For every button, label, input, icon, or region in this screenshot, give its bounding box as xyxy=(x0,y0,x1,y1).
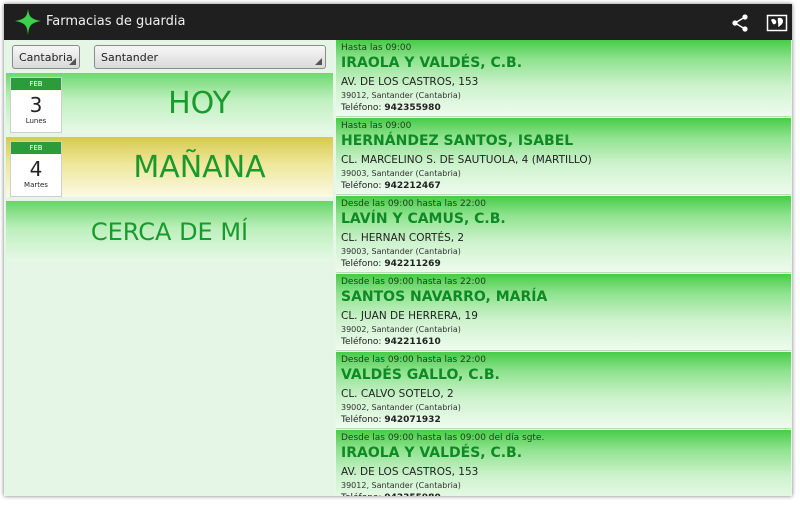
pharmacy-address: CL. MARCELINO S. DE SAUTUOLA, 4 (MARTILL… xyxy=(341,154,592,166)
tomorrow-button[interactable]: FEB 4 Martes MAÑANA xyxy=(6,137,333,197)
pharmacy-card[interactable]: Hasta las 09:00 HERNÁNDEZ SANTOS, ISABEL… xyxy=(336,118,791,195)
phone-number: 942355980 xyxy=(384,493,440,496)
pharmacy-hours: Desde las 09:00 hasta las 22:00 xyxy=(341,277,486,287)
pharmacy-phone: Teléfono: 942355980 xyxy=(341,493,441,496)
today-label: HOY xyxy=(168,86,231,121)
pharmacy-city: 39003, Santander (Cantabria) xyxy=(341,169,461,178)
region-dropdown[interactable]: Cantabria xyxy=(12,45,80,69)
pharmacy-address: AV. DE LOS CASTROS, 153 xyxy=(341,76,479,88)
green-cross-icon xyxy=(15,9,41,35)
pharmacy-name: SANTOS NAVARRO, MARÍA xyxy=(341,289,548,305)
phone-label: Teléfono: xyxy=(341,103,382,113)
pharmacy-city: 39012, Santander (Cantabria) xyxy=(341,481,461,490)
pharmacy-phone: Teléfono: 942211610 xyxy=(341,337,441,347)
calendar-day: 3 xyxy=(29,93,43,117)
pharmacy-name: VALDÉS GALLO, C.B. xyxy=(341,367,500,383)
pharmacy-card[interactable]: Desde las 09:00 hasta las 22:00 SANTOS N… xyxy=(336,274,791,351)
pharmacy-name: IRAOLA Y VALDÉS, C.B. xyxy=(341,55,523,71)
pharmacy-phone: Teléfono: 942355980 xyxy=(341,103,441,113)
today-button[interactable]: FEB 3 Lunes HOY xyxy=(6,73,333,133)
calendar-today-icon: FEB 3 Lunes xyxy=(10,77,62,133)
pharmacy-city: 39002, Santander (Cantabria) xyxy=(341,403,461,412)
phone-number: 942211269 xyxy=(384,259,441,269)
app-window: Farmacias de guardia Cantabria Santander… xyxy=(4,4,792,496)
action-bar: Farmacias de guardia xyxy=(4,4,792,40)
pharmacy-name: HERNÁNDEZ SANTOS, ISABEL xyxy=(341,133,574,149)
phone-number: 942071932 xyxy=(384,415,441,425)
left-panel: Cantabria Santander FEB 3 Lunes HOY FEB … xyxy=(4,40,335,496)
pharmacy-card[interactable]: Desde las 09:00 hasta las 09:00 del día … xyxy=(336,430,791,496)
phone-label: Teléfono: xyxy=(341,415,382,425)
pharmacy-card[interactable]: Desde las 09:00 hasta las 22:00 VALDÉS G… xyxy=(336,352,791,429)
pharmacy-city: 39002, Santander (Cantabria) xyxy=(341,325,461,334)
phone-number: 942355980 xyxy=(384,103,441,113)
share-icon[interactable] xyxy=(730,13,750,33)
pharmacy-hours: Desde las 09:00 hasta las 09:00 del día … xyxy=(341,433,545,443)
pharmacy-address: CL. CALVO SOTELO, 2 xyxy=(341,388,454,400)
calendar-month: FEB xyxy=(11,78,61,90)
pharmacy-card[interactable]: Desde las 09:00 hasta las 22:00 LAVÍN Y … xyxy=(336,196,791,273)
pharmacy-city: 39003, Santander (Cantabria) xyxy=(341,247,461,256)
city-dropdown[interactable]: Santander xyxy=(94,45,326,69)
pharmacy-hours: Hasta las 09:00 xyxy=(341,121,412,131)
tomorrow-label: MAÑANA xyxy=(133,150,266,185)
phone-label: Teléfono: xyxy=(341,337,382,347)
calendar-day: 4 xyxy=(29,157,43,181)
region-value: Cantabria xyxy=(19,51,73,64)
pharmacy-phone: Teléfono: 942071932 xyxy=(341,415,441,425)
calendar-month: FEB xyxy=(11,142,61,154)
pharmacy-card[interactable]: Hasta las 09:00 IRAOLA Y VALDÉS, C.B. AV… xyxy=(336,40,791,117)
calendar-weekday: Lunes xyxy=(25,117,47,125)
pharmacy-hours: Hasta las 09:00 xyxy=(341,43,412,53)
pharmacy-address: AV. DE LOS CASTROS, 153 xyxy=(341,466,479,478)
pharmacy-address: CL. JUAN DE HERRERA, 19 xyxy=(341,310,478,322)
phone-label: Teléfono: xyxy=(341,493,381,496)
pharmacy-hours: Desde las 09:00 hasta las 22:00 xyxy=(341,199,486,209)
phone-label: Teléfono: xyxy=(341,181,382,191)
pharmacy-list[interactable]: Hasta las 09:00 IRAOLA Y VALDÉS, C.B. AV… xyxy=(335,40,792,496)
pharmacy-address: CL. HERNAN CORTÉS, 2 xyxy=(341,232,465,244)
city-value: Santander xyxy=(101,51,158,64)
phone-number: 942212467 xyxy=(384,181,441,191)
pharmacy-name: LAVÍN Y CAMUS, C.B. xyxy=(341,211,506,227)
phone-number: 942211610 xyxy=(384,337,441,347)
calendar-tomorrow-icon: FEB 4 Martes xyxy=(10,141,62,197)
pharmacy-name: IRAOLA Y VALDÉS, C.B. xyxy=(341,445,523,461)
dropdown-arrow-icon xyxy=(315,58,322,65)
dropdown-arrow-icon xyxy=(69,58,76,65)
pharmacy-phone: Teléfono: 942212467 xyxy=(341,181,441,191)
map-icon[interactable] xyxy=(766,13,788,33)
near-me-button[interactable]: CERCA DE MÍ xyxy=(6,201,333,261)
pharmacy-phone: Teléfono: 942211269 xyxy=(341,259,441,269)
app-title: Farmacias de guardia xyxy=(46,14,186,29)
pharmacy-hours: Desde las 09:00 hasta las 22:00 xyxy=(341,355,486,365)
near-me-label: CERCA DE MÍ xyxy=(90,218,249,246)
calendar-weekday: Martes xyxy=(24,181,48,189)
phone-label: Teléfono: xyxy=(341,259,382,269)
pharmacy-city: 39012, Santander (Cantabria) xyxy=(341,91,461,100)
